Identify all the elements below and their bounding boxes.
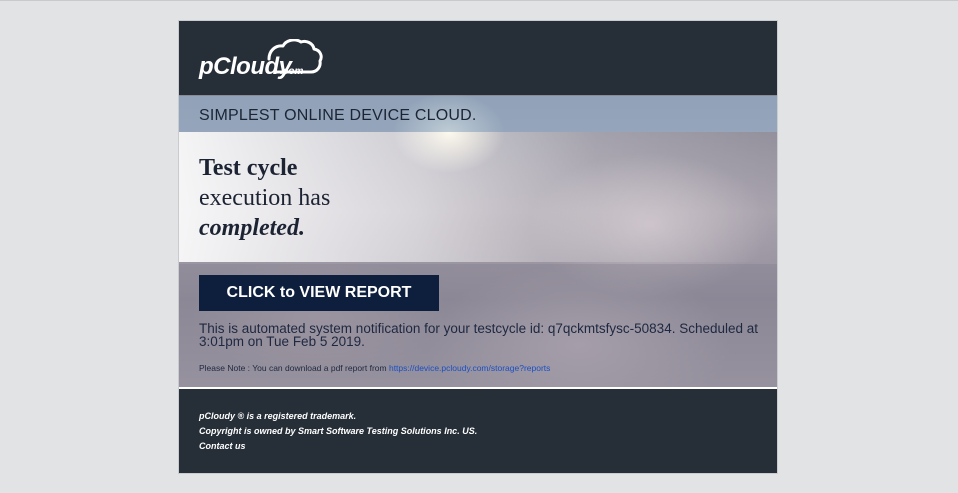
hero-banner: SIMPLEST ONLINE DEVICE CLOUD. Test cycle… xyxy=(179,95,777,387)
pdf-report-note: Please Note : You can download a pdf rep… xyxy=(199,363,550,373)
contact-us-link[interactable]: Contact us xyxy=(199,441,246,451)
headline-line-2: execution has xyxy=(199,185,331,211)
tagline: SIMPLEST ONLINE DEVICE CLOUD. xyxy=(199,107,477,124)
headline: Test cycle execution has completed. xyxy=(199,153,330,243)
email-container: pCloudy .com SIMPLEST ONLINE DEVICE CLOU… xyxy=(178,20,778,474)
pdf-report-link[interactable]: https://device.pcloudy.com/storage?repor… xyxy=(389,363,550,373)
logo-domain-suffix: .com xyxy=(280,66,304,77)
email-header: pCloudy .com xyxy=(179,21,777,95)
trademark-text: pCloudy ® is a registered trademark. xyxy=(199,411,357,421)
window-top-divider xyxy=(0,0,958,1)
headline-line-1: Test cycle xyxy=(199,155,298,181)
pdf-note-prefix: Please Note : You can download a pdf rep… xyxy=(199,363,389,373)
headline-line-3: completed. xyxy=(199,215,305,241)
view-report-button[interactable]: CLICK to VIEW REPORT xyxy=(199,275,439,311)
email-footer: pCloudy ® is a registered trademark. Cop… xyxy=(179,389,777,473)
pcloudy-logo[interactable]: pCloudy .com xyxy=(199,39,323,83)
notification-text: This is automated system notification fo… xyxy=(199,321,759,349)
logo-wordmark: pCloudy xyxy=(199,53,292,80)
tagline-band: SIMPLEST ONLINE DEVICE CLOUD. xyxy=(179,96,777,132)
copyright-text: Copyright is owned by Smart Software Tes… xyxy=(199,426,478,436)
